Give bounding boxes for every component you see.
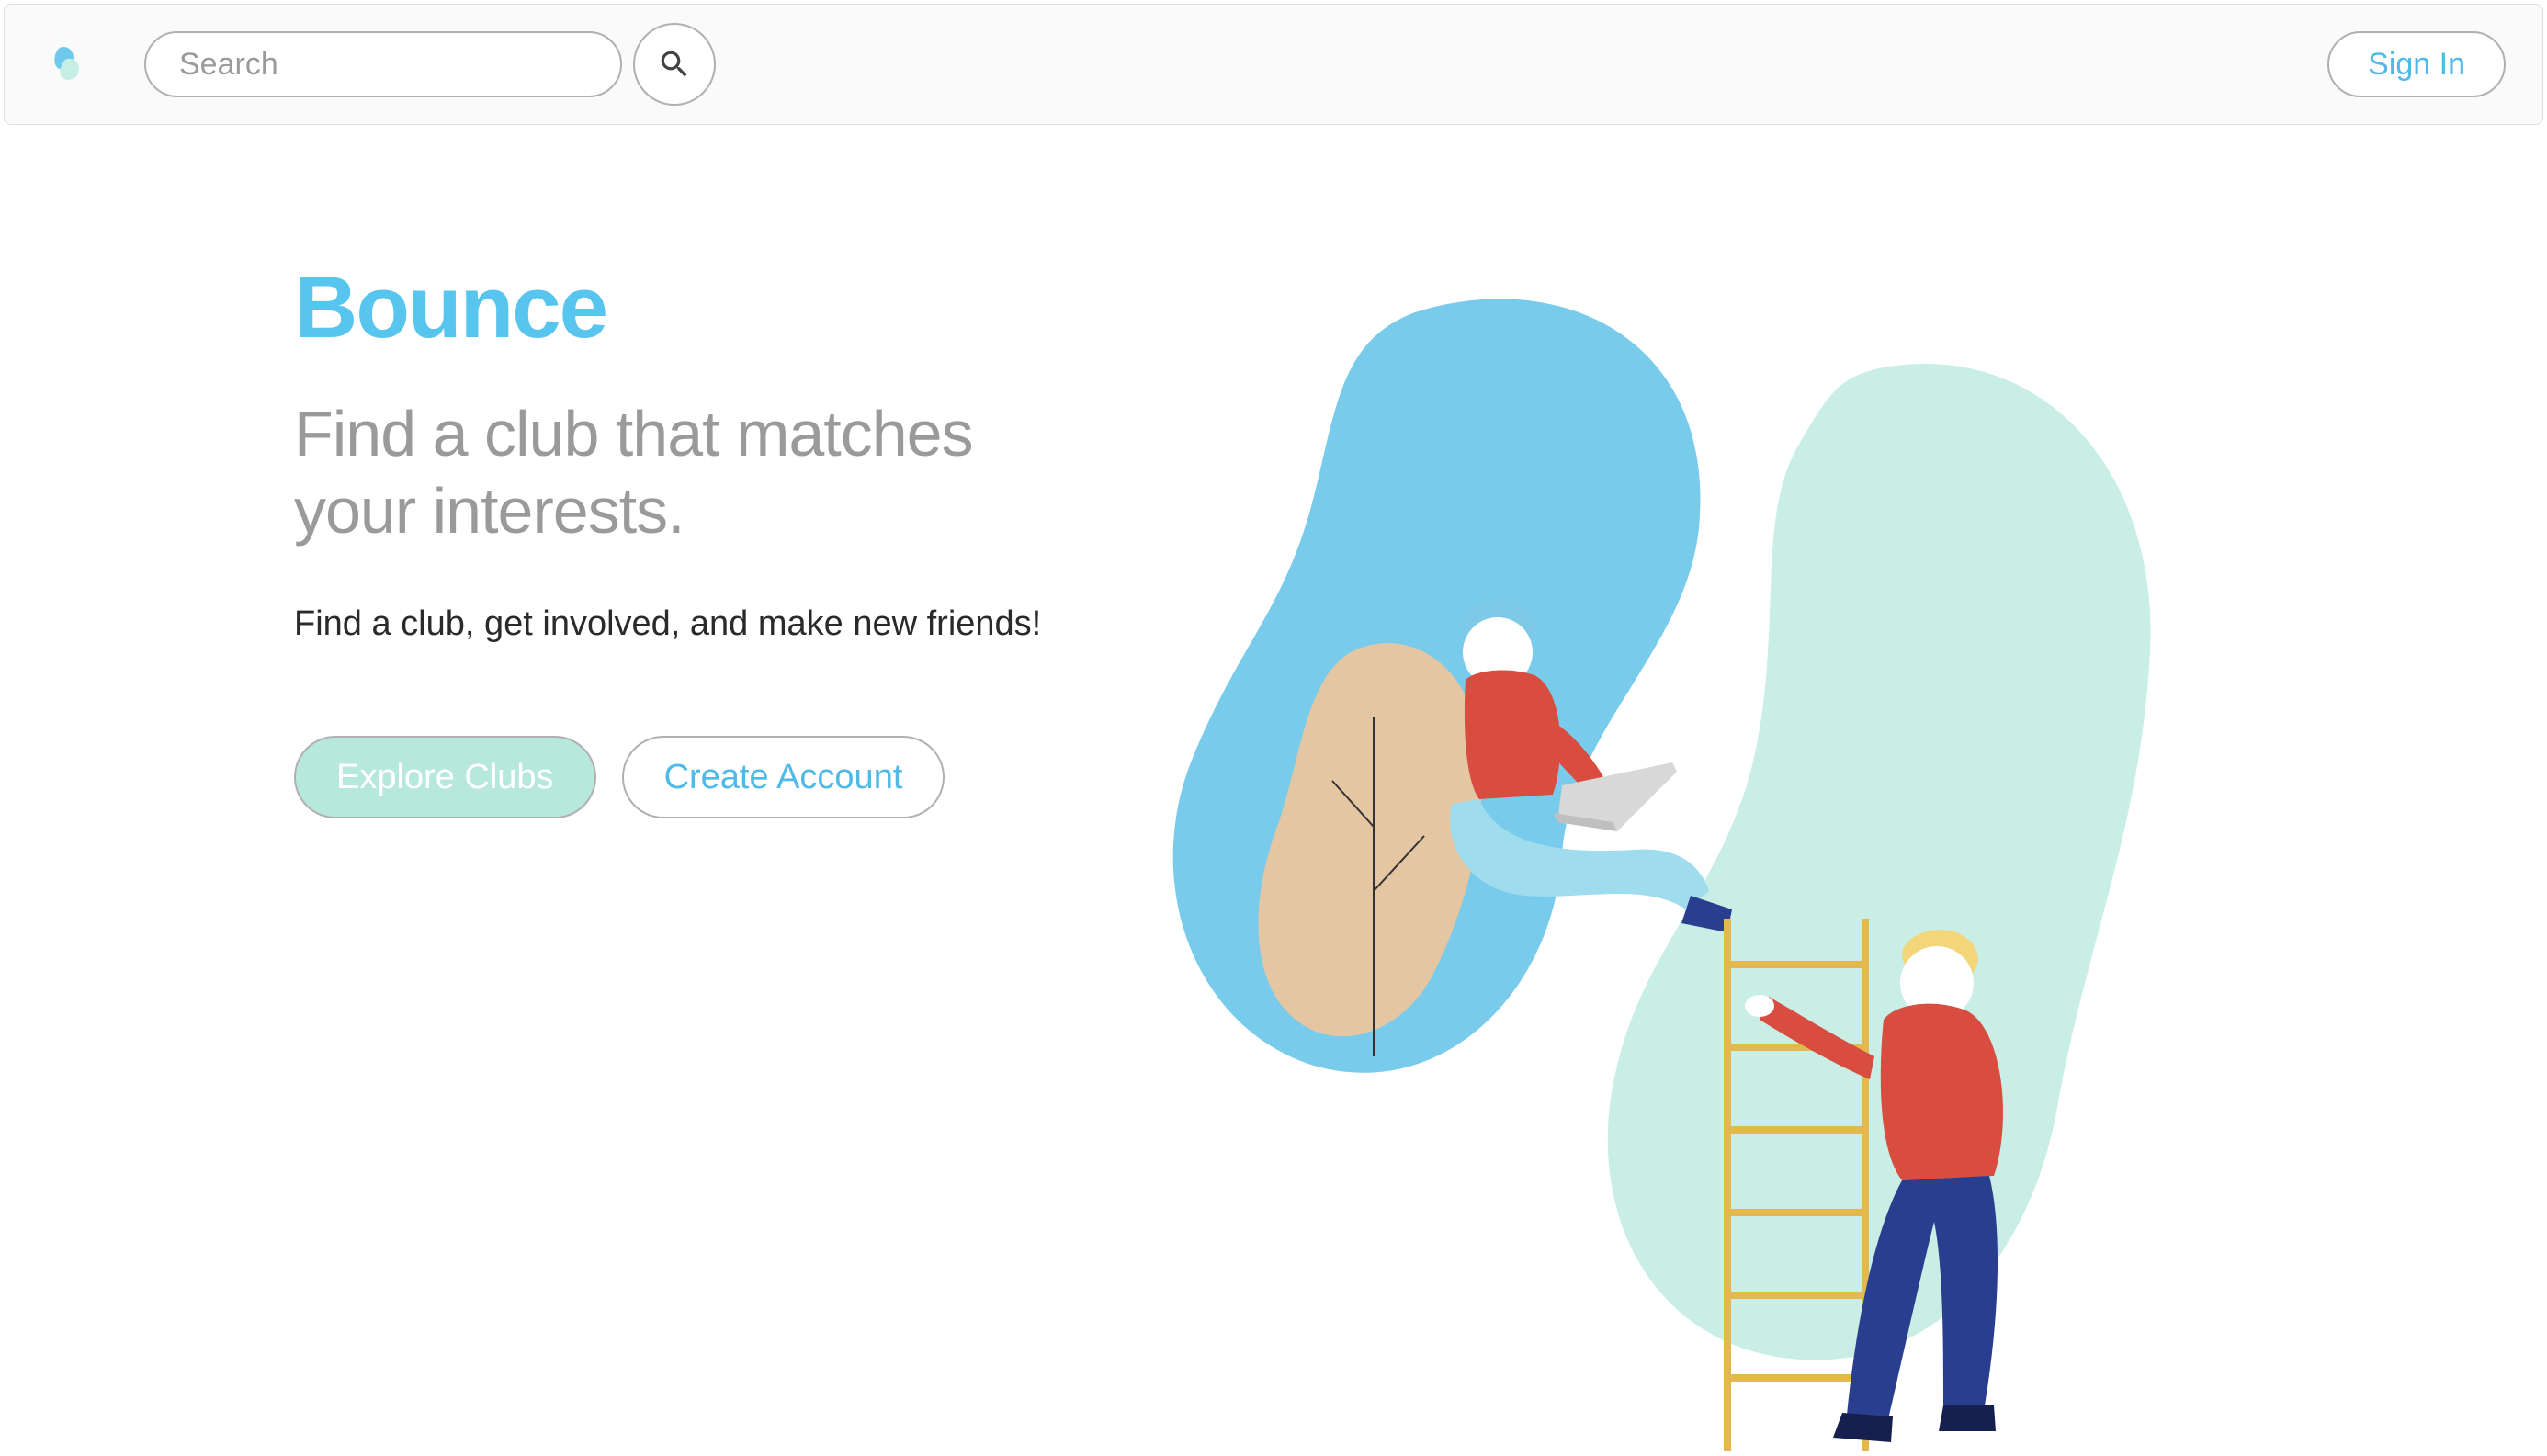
brand-title: Bounce [294, 257, 1103, 358]
search-container [144, 23, 716, 106]
signin-button[interactable]: Sign In [2327, 31, 2506, 97]
hero-text-section: Bounce Find a club that matches your int… [294, 257, 1103, 1451]
hero-headline: Find a club that matches your interests. [294, 395, 1103, 549]
search-button[interactable] [633, 23, 716, 106]
create-account-label: Create Account [664, 758, 903, 797]
search-input[interactable] [144, 31, 622, 97]
explore-clubs-button[interactable]: Explore Clubs [294, 736, 596, 818]
create-account-button[interactable]: Create Account [622, 736, 945, 818]
cta-row: Explore Clubs Create Account [294, 736, 1103, 818]
search-icon [657, 47, 692, 82]
explore-clubs-label: Explore Clubs [336, 758, 554, 797]
hero-illustration [1158, 257, 2253, 1451]
signin-label: Sign In [2368, 47, 2465, 83]
main-content: Bounce Find a club that matches your int… [0, 129, 2547, 1451]
bounce-logo-icon[interactable] [41, 40, 89, 88]
hero-description: Find a club, get involved, and make new … [294, 604, 1103, 644]
header: Sign In [4, 4, 2543, 125]
